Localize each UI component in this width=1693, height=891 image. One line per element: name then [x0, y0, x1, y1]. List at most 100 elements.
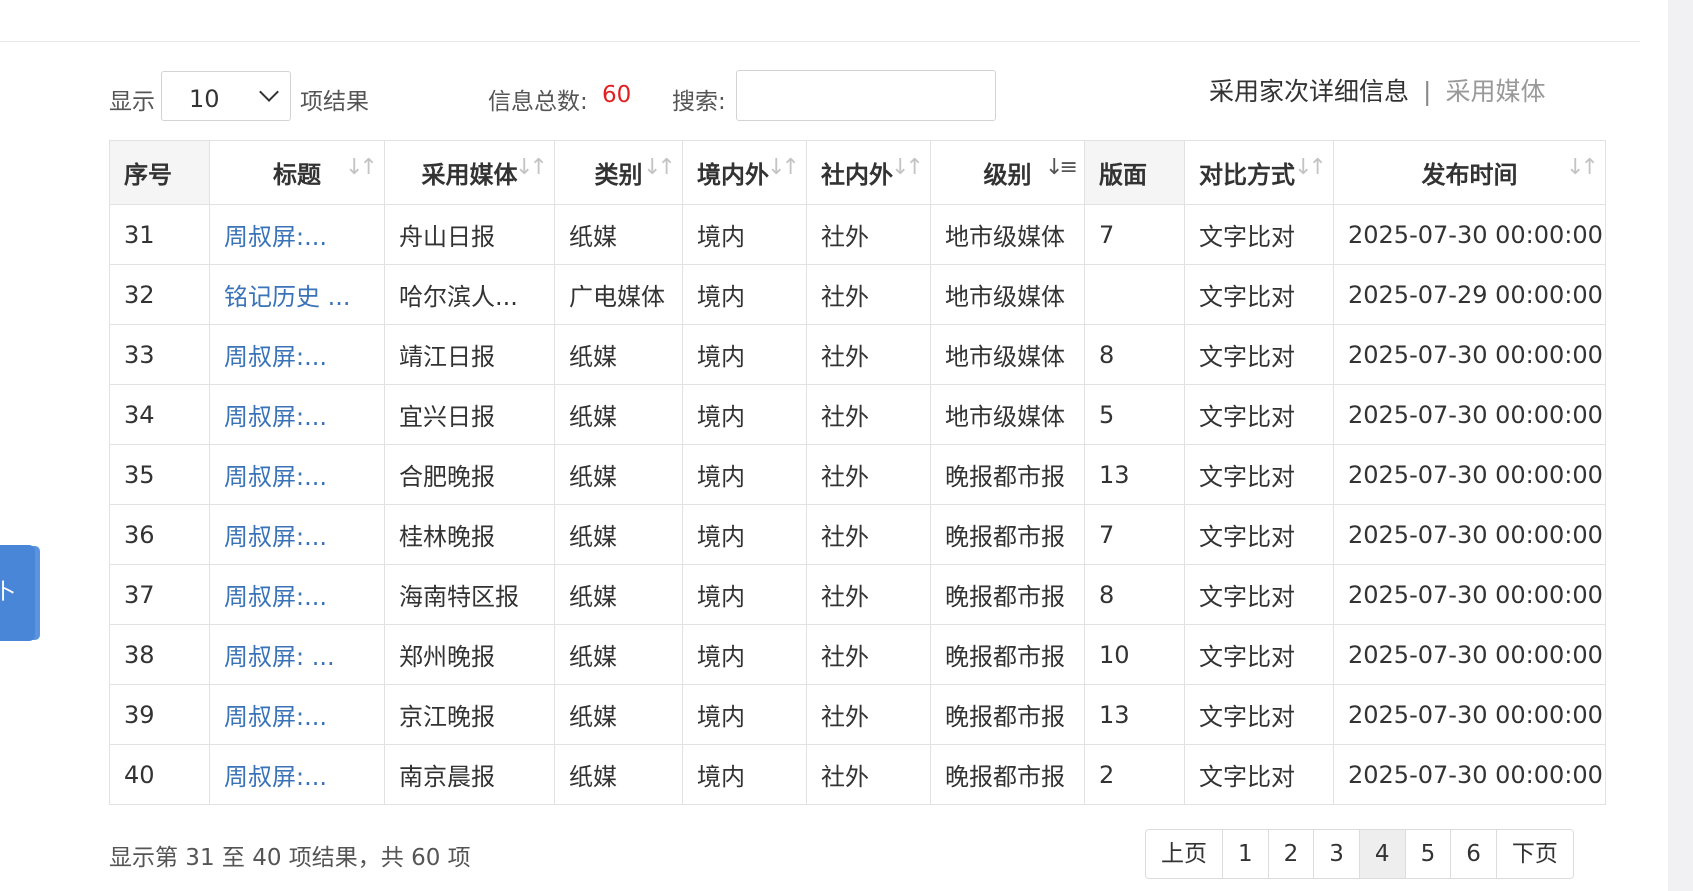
cell-category: 纸媒	[554, 444, 683, 505]
cell-media: 郑州晚报	[384, 624, 555, 685]
cell-category: 纸媒	[554, 684, 683, 745]
cell-compare: 文字比对	[1184, 444, 1334, 505]
cell-compare: 文字比对	[1184, 744, 1334, 805]
table-row: 38 周叔屏: ... 郑州晚报 纸媒 境内 社外 晚报都市报 10 文字比对 2025-07-3…	[109, 624, 1606, 685]
cell-media: 京江晚报	[384, 684, 555, 745]
cell-internal: 社外	[806, 444, 931, 505]
cell-domestic: 境内	[682, 744, 807, 805]
sort-icon: ↓↑	[767, 155, 800, 180]
title-link[interactable]: 周叔屏: ...	[224, 643, 335, 671]
title-link[interactable]: 周叔屏:...	[224, 703, 327, 731]
link-adopting-media[interactable]: 采用媒体	[1445, 77, 1545, 106]
col-header-title[interactable]: 标题 ↓↑	[209, 140, 385, 205]
right-scroll-gutter	[1668, 0, 1693, 891]
title-link[interactable]: 周叔屏:...	[224, 523, 327, 551]
cell-media: 海南特区报	[384, 564, 555, 625]
col-header-page[interactable]: 版面	[1084, 140, 1185, 205]
cell-level: 晚报都市报	[930, 504, 1085, 565]
table-row: 34 周叔屏:... 宜兴日报 纸媒 境内 社外 地市级媒体 5 文字比对 2025-07-30 …	[109, 384, 1606, 445]
cell-internal: 社外	[806, 684, 931, 745]
col-header-internal[interactable]: 社内外 ↓↑	[806, 140, 931, 205]
cell-category: 纸媒	[554, 384, 683, 445]
col-header-compare[interactable]: 对比方式 ↓↑	[1184, 140, 1334, 205]
cell-page: 7	[1084, 204, 1185, 265]
title-link[interactable]: 周叔屏:...	[224, 763, 327, 791]
cell-domestic: 境内	[682, 444, 807, 505]
table-header-row: 序号 标题 ↓↑ 采用媒体 ↓↑ 类别 ↓↑ 境内外 ↓↑ 社内外 ↓↑ 级别 ↓≡ 版面 …	[109, 140, 1606, 205]
cell-index: 39	[109, 684, 210, 745]
title-link[interactable]: 周叔屏:...	[224, 343, 327, 371]
cell-compare: 文字比对	[1184, 684, 1334, 745]
title-link[interactable]: 铭记历史 ...	[224, 283, 351, 311]
top-divider	[0, 41, 1640, 42]
cell-internal: 社外	[806, 384, 931, 445]
cell-index: 31	[109, 204, 210, 265]
sort-icon: ↓↑	[1566, 155, 1599, 180]
cell-media: 桂林晚报	[384, 504, 555, 565]
cell-publish-time: 2025-07-30 00:00:00	[1333, 204, 1606, 265]
page-button-current[interactable]: 4	[1358, 830, 1405, 878]
show-label: 显示	[109, 89, 155, 115]
page-button[interactable]: 2	[1267, 830, 1314, 878]
title-link[interactable]: 周叔屏:...	[224, 583, 327, 611]
cell-publish-time: 2025-07-30 00:00:00	[1333, 504, 1606, 565]
title-link[interactable]: 周叔屏:...	[224, 403, 327, 431]
page-size-select[interactable]: 10	[161, 71, 291, 121]
cell-category: 纸媒	[554, 324, 683, 385]
cell-title: 周叔屏: ...	[209, 624, 385, 685]
cell-internal: 社外	[806, 624, 931, 685]
cell-level: 晚报都市报	[930, 444, 1085, 505]
next-page-button[interactable]: 下页	[1495, 830, 1573, 878]
page-button[interactable]: 1	[1222, 830, 1268, 878]
search-label: 搜索:	[672, 89, 726, 115]
link-adoption-details[interactable]: 采用家次详细信息	[1209, 77, 1409, 106]
prev-page-button[interactable]: 上页	[1146, 830, 1222, 878]
cell-title: 周叔屏:...	[209, 444, 385, 505]
col-header-category[interactable]: 类别 ↓↑	[554, 140, 683, 205]
cell-category: 纸媒	[554, 504, 683, 565]
cell-index: 32	[109, 264, 210, 325]
col-header-domestic[interactable]: 境内外 ↓↑	[682, 140, 807, 205]
cell-media: 南京晨报	[384, 744, 555, 805]
cell-level: 晚报都市报	[930, 564, 1085, 625]
cell-domestic: 境内	[682, 684, 807, 745]
col-header-index[interactable]: 序号	[109, 140, 210, 205]
col-header-level[interactable]: 级别 ↓≡	[930, 140, 1085, 205]
table-row: 31 周叔屏:... 舟山日报 纸媒 境内 社外 地市级媒体 7 文字比对 2025-07-30 …	[109, 204, 1606, 265]
cell-category: 纸媒	[554, 624, 683, 685]
side-float-tab[interactable]: 卜	[0, 545, 35, 641]
table-row: 35 周叔屏:... 合肥晚报 纸媒 境内 社外 晚报都市报 13 文字比对 2025-07-30…	[109, 444, 1606, 505]
cell-domestic: 境内	[682, 624, 807, 685]
cell-page: 2	[1084, 744, 1185, 805]
view-switch-links: 采用家次详细信息 | 采用媒体	[1209, 72, 1545, 108]
link-separator: |	[1423, 77, 1432, 106]
cell-page: 8	[1084, 324, 1185, 385]
sort-icon: ↓↑	[515, 155, 548, 180]
cell-compare: 文字比对	[1184, 624, 1334, 685]
sort-icon: ↓↑	[643, 155, 676, 180]
cell-internal: 社外	[806, 264, 931, 325]
table-toolbar: 显示 10 项结果 信息总数: 60 搜索: 采用家次详细信息 | 采用媒体	[109, 70, 1569, 126]
table-row: 40 周叔屏:... 南京晨报 纸媒 境内 社外 晚报都市报 2 文字比对 2025-07-30 …	[109, 744, 1606, 805]
cell-title: 周叔屏:...	[209, 204, 385, 265]
page-button[interactable]: 3	[1313, 830, 1359, 878]
cell-title: 周叔屏:...	[209, 324, 385, 385]
title-link[interactable]: 周叔屏:...	[224, 223, 327, 251]
cell-level: 地市级媒体	[930, 324, 1085, 385]
cell-internal: 社外	[806, 564, 931, 625]
search-input[interactable]	[736, 70, 996, 121]
col-header-publish-time[interactable]: 发布时间 ↓↑	[1333, 140, 1606, 205]
cell-domestic: 境内	[682, 324, 807, 385]
page-button[interactable]: 5	[1404, 830, 1451, 878]
sort-icon: ↓↑	[1294, 155, 1327, 180]
results-label: 项结果	[300, 89, 369, 115]
cell-domestic: 境内	[682, 564, 807, 625]
cell-index: 33	[109, 324, 210, 385]
page-button[interactable]: 6	[1450, 830, 1496, 878]
title-link[interactable]: 周叔屏:...	[224, 463, 327, 491]
cell-title: 周叔屏:...	[209, 384, 385, 445]
cell-index: 36	[109, 504, 210, 565]
col-header-media[interactable]: 采用媒体 ↓↑	[384, 140, 555, 205]
cell-publish-time: 2025-07-30 00:00:00	[1333, 324, 1606, 385]
cell-compare: 文字比对	[1184, 264, 1334, 325]
